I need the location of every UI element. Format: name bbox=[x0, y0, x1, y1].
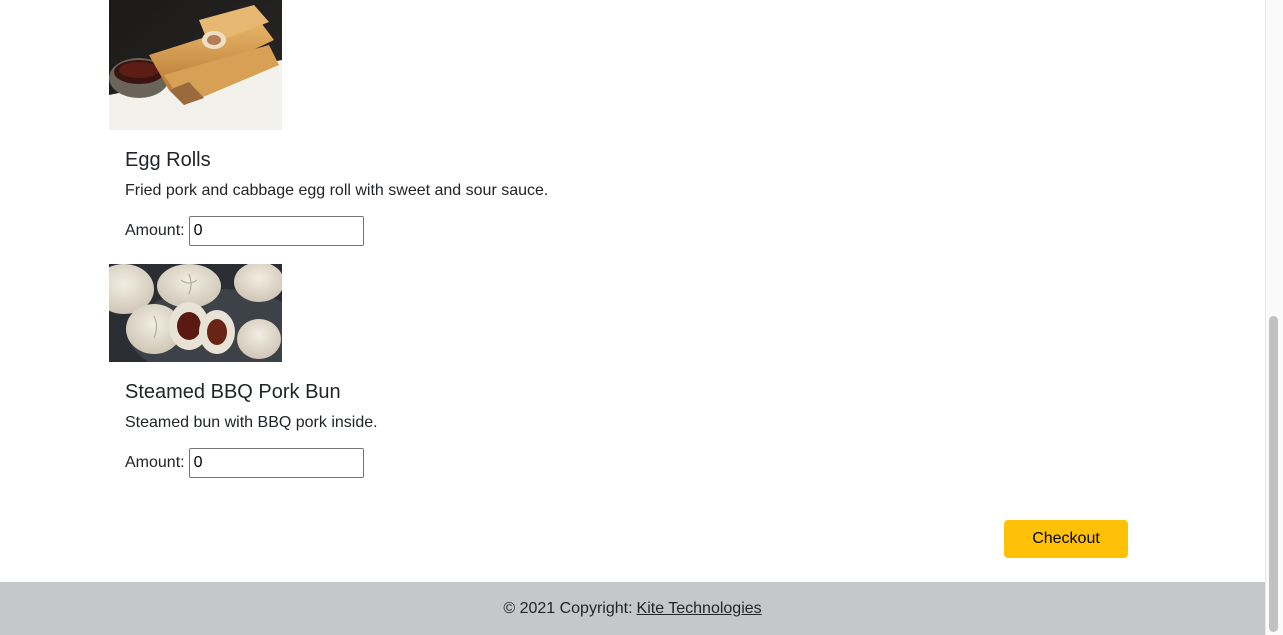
amount-row: Amount: bbox=[125, 216, 709, 246]
amount-input-pork-bun[interactable] bbox=[188, 448, 364, 478]
menu-item-pork-bun: Steamed BBQ Pork Bun Steamed bun with BB… bbox=[109, 264, 709, 478]
amount-label: Amount: bbox=[125, 454, 185, 471]
egg-rolls-photo bbox=[109, 0, 282, 130]
amount-label: Amount: bbox=[125, 222, 185, 239]
company-link[interactable]: Kite Technologies bbox=[637, 600, 762, 618]
amount-input-egg-rolls[interactable] bbox=[188, 216, 364, 246]
egg-rolls-body: Egg Rolls Fried pork and cabbage egg rol… bbox=[109, 148, 709, 246]
footer: © 2021 Copyright: Kite Technologies bbox=[0, 582, 1265, 635]
item-description: Steamed bun with BBQ pork inside. bbox=[125, 414, 378, 431]
copyright-text: © 2021 Copyright: bbox=[503, 599, 633, 617]
item-title: Steamed BBQ Pork Bun bbox=[125, 381, 341, 403]
scrollbar-thumb[interactable] bbox=[1269, 316, 1278, 632]
menu-item-egg-rolls: Egg Rolls Fried pork and cabbage egg rol… bbox=[109, 0, 709, 246]
pork-bun-photo bbox=[109, 264, 282, 362]
checkout-button[interactable]: Checkout bbox=[1004, 520, 1128, 558]
amount-row: Amount: bbox=[125, 448, 709, 478]
pork-bun-body: Steamed BBQ Pork Bun Steamed bun with BB… bbox=[109, 380, 709, 478]
item-description: Fried pork and cabbage egg roll with swe… bbox=[125, 182, 549, 199]
vertical-scrollbar[interactable] bbox=[1265, 0, 1283, 635]
item-title: Egg Rolls bbox=[125, 149, 211, 171]
page: Egg Rolls Fried pork and cabbage egg rol… bbox=[0, 0, 1265, 635]
